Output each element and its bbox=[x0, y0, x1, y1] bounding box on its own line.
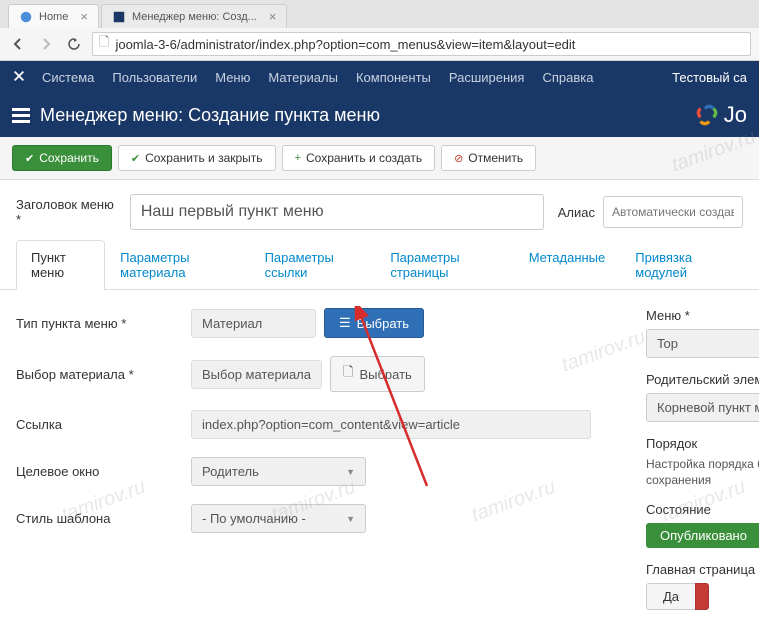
chevron-down-icon: ▼ bbox=[346, 467, 355, 477]
title-label: Заголовок меню * bbox=[16, 197, 116, 227]
material-select-button[interactable]: 🗋Выбрать bbox=[330, 356, 425, 392]
check-icon: ✔ bbox=[131, 152, 140, 165]
list-icon: ☰ bbox=[339, 315, 351, 331]
alias-input[interactable] bbox=[603, 196, 743, 228]
title-input[interactable] bbox=[130, 194, 544, 230]
state-label: Состояние bbox=[646, 502, 759, 517]
page-title: Менеджер меню: Создание пункта меню bbox=[40, 105, 380, 126]
site-name[interactable]: Тестовый са bbox=[672, 70, 747, 85]
alias-label: Алиас bbox=[558, 205, 595, 220]
type-value: Материал bbox=[191, 309, 316, 338]
save-close-button[interactable]: ✔Сохранить и закрыть bbox=[118, 145, 276, 171]
main-page-label: Главная страница bbox=[646, 562, 759, 577]
order-label: Порядок bbox=[646, 436, 759, 451]
menu-content[interactable]: Материалы bbox=[268, 70, 338, 85]
menu-extensions[interactable]: Расширения bbox=[449, 70, 525, 85]
tab-material-params[interactable]: Параметры материала bbox=[105, 240, 249, 289]
browser-tab-joomla[interactable]: Менеджер меню: Созд... × bbox=[101, 4, 287, 28]
tab-label: Менеджер меню: Созд... bbox=[132, 11, 257, 23]
link-label: Ссылка bbox=[16, 417, 191, 432]
tab-module-bind[interactable]: Привязка модулей bbox=[620, 240, 743, 289]
save-new-button[interactable]: +Сохранить и создать bbox=[282, 145, 436, 171]
material-label: Выбор материала * bbox=[16, 367, 191, 382]
type-select-button[interactable]: ☰Выбрать bbox=[324, 308, 424, 338]
material-value: Выбор материала bbox=[191, 360, 322, 389]
menu-side-label: Меню * bbox=[646, 308, 759, 323]
parent-side-label: Родительский элемент bbox=[646, 372, 759, 387]
tab-link-params[interactable]: Параметры ссылки bbox=[250, 240, 376, 289]
menu-side-select[interactable]: Top▼ bbox=[646, 329, 759, 358]
menu-help[interactable]: Справка bbox=[542, 70, 593, 85]
browser-tab-home[interactable]: Home × bbox=[8, 4, 99, 28]
style-select[interactable]: - По умолчанию -▼ bbox=[191, 504, 366, 533]
page-icon: 🗋 bbox=[99, 33, 109, 55]
url-text: joomla-3-6/administrator/index.php?optio… bbox=[115, 37, 575, 52]
state-badge[interactable]: Опубликовано bbox=[646, 523, 759, 548]
close-icon[interactable]: × bbox=[80, 9, 88, 24]
plus-icon: + bbox=[295, 152, 301, 164]
tab-menu-item[interactable]: Пункт меню bbox=[16, 240, 105, 290]
toggle-yes[interactable]: Да bbox=[646, 583, 695, 610]
hamburger-icon[interactable] bbox=[12, 108, 30, 123]
menu-menus[interactable]: Меню bbox=[215, 70, 250, 85]
forward-button[interactable] bbox=[36, 34, 56, 54]
tab-label: Home bbox=[39, 11, 68, 23]
cancel-icon: ⊘ bbox=[454, 152, 463, 165]
toggle-no[interactable] bbox=[695, 583, 709, 610]
parent-side-select[interactable]: Корневой пункт меню bbox=[646, 393, 759, 422]
joomla-j-icon bbox=[12, 69, 26, 86]
joomla-logo: Jo bbox=[694, 102, 747, 128]
back-button[interactable] bbox=[8, 34, 28, 54]
link-value: index.php?option=com_content&view=articl… bbox=[191, 410, 591, 439]
reload-button[interactable] bbox=[64, 34, 84, 54]
favicon-joomla bbox=[112, 10, 126, 24]
main-page-toggle[interactable]: Да bbox=[646, 583, 759, 610]
tab-metadata[interactable]: Метаданные bbox=[514, 240, 621, 289]
target-label: Целевое окно bbox=[16, 464, 191, 479]
url-bar[interactable]: 🗋 joomla-3-6/administrator/index.php?opt… bbox=[92, 32, 751, 56]
menu-system[interactable]: Система bbox=[42, 70, 94, 85]
type-label: Тип пункта меню * bbox=[16, 316, 191, 331]
cancel-button[interactable]: ⊘Отменить bbox=[441, 145, 536, 171]
close-icon[interactable]: × bbox=[269, 9, 277, 24]
target-select[interactable]: Родитель▼ bbox=[191, 457, 366, 486]
file-icon: 🗋 bbox=[343, 363, 353, 385]
favicon-home bbox=[19, 10, 33, 24]
chevron-down-icon: ▼ bbox=[346, 514, 355, 524]
save-button[interactable]: ✔Сохранить bbox=[12, 145, 112, 171]
tab-page-params[interactable]: Параметры страницы bbox=[375, 240, 513, 289]
order-text: Настройка порядка буд после сохранения bbox=[646, 457, 759, 488]
menu-users[interactable]: Пользователи bbox=[112, 70, 197, 85]
check-icon: ✔ bbox=[25, 152, 34, 165]
menu-components[interactable]: Компоненты bbox=[356, 70, 431, 85]
